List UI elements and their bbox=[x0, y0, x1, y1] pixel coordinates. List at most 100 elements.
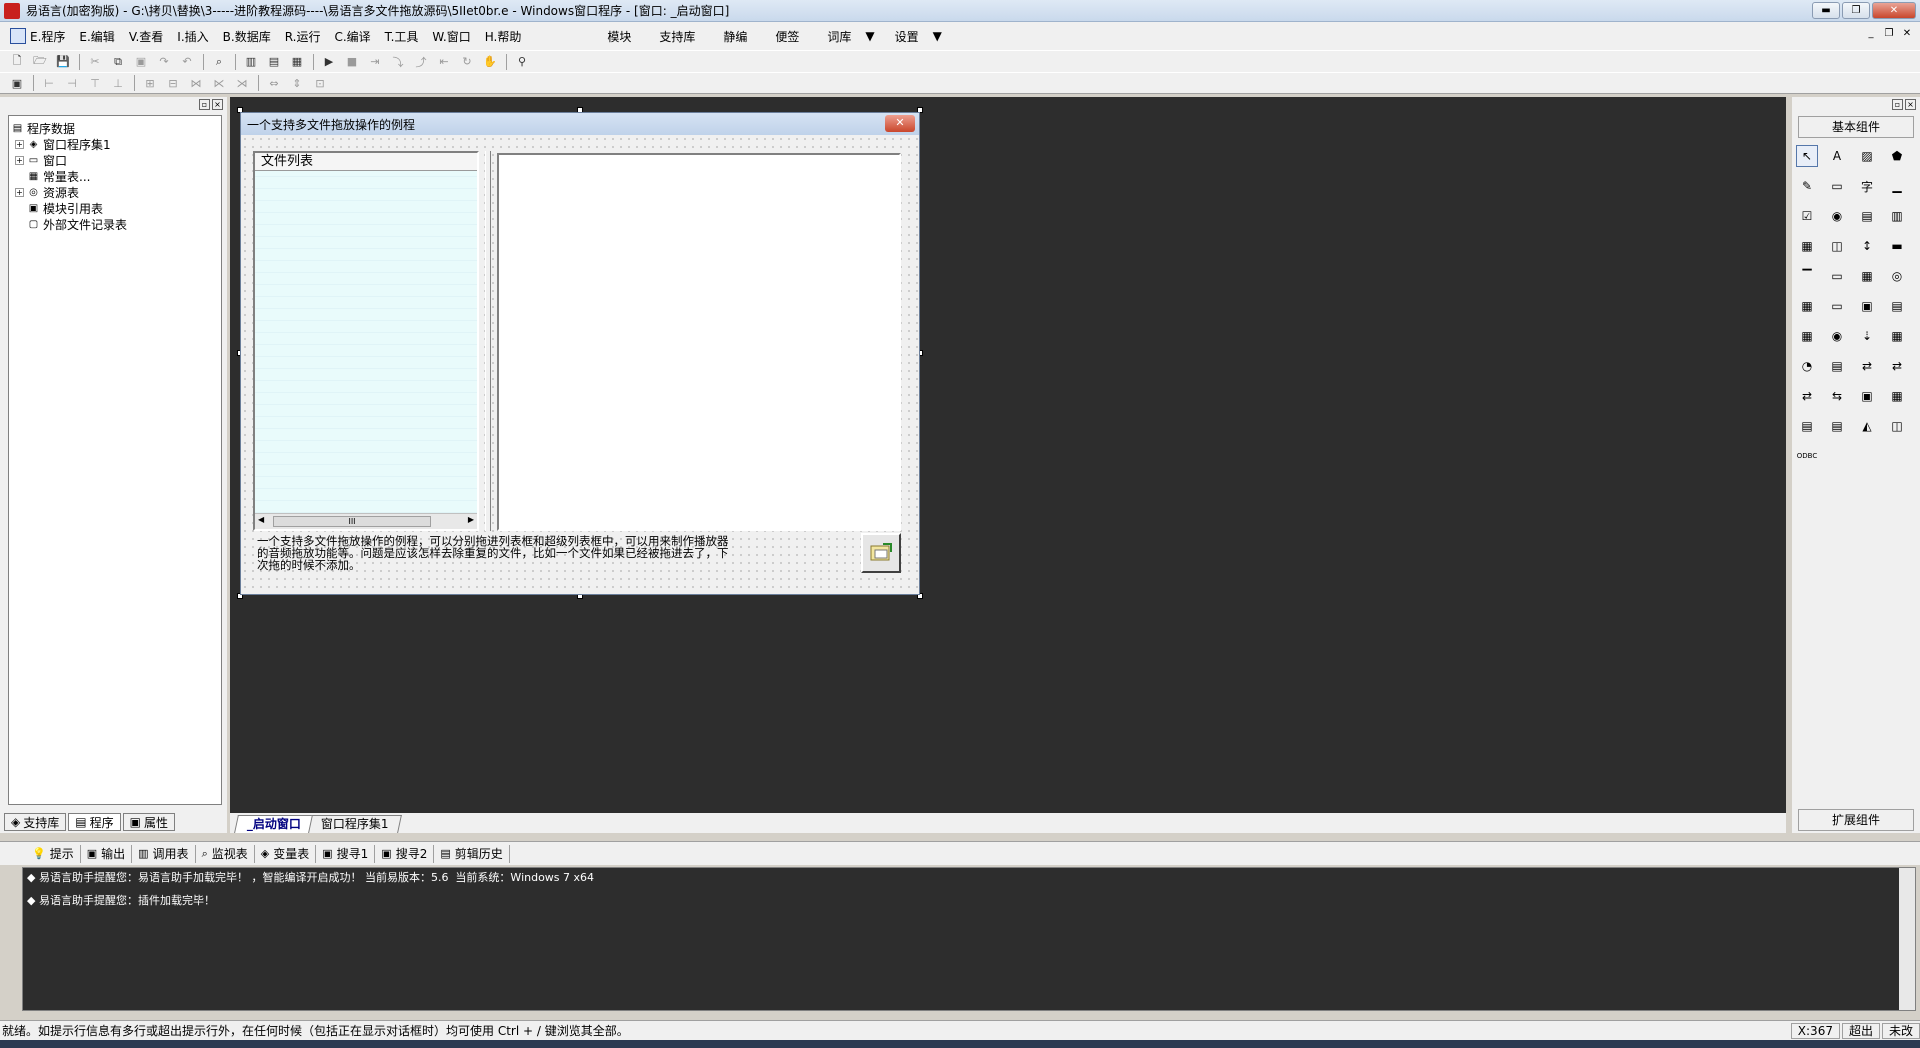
component-16-icon[interactable]: ▔ bbox=[1796, 265, 1818, 287]
find-icon[interactable]: ⌕ bbox=[210, 54, 228, 70]
component-9-icon[interactable]: ◉ bbox=[1826, 205, 1848, 227]
panel-close-button[interactable]: × bbox=[212, 99, 223, 110]
tab-program[interactable]: ▤ 程序 bbox=[68, 813, 121, 831]
menu-dictionary[interactable]: 词库 bbox=[827, 28, 851, 45]
tab-properties[interactable]: ▣ 属性 bbox=[122, 813, 175, 831]
component-12-icon[interactable]: ▦ bbox=[1796, 235, 1818, 257]
component-4-icon[interactable]: ✎ bbox=[1796, 175, 1818, 197]
close-button[interactable]: ✕ bbox=[1872, 2, 1916, 19]
tree-item-constants[interactable]: ▦ 常量表... bbox=[11, 168, 219, 184]
open-folder-icon[interactable]: 🗁 bbox=[31, 54, 49, 70]
component-28-icon[interactable]: ◔ bbox=[1796, 355, 1818, 377]
component-31-icon[interactable]: ⇄ bbox=[1886, 355, 1908, 377]
output-tab-2[interactable]: ▥ 调用表 bbox=[132, 844, 196, 863]
step-1-icon[interactable]: ⇥ bbox=[366, 54, 384, 70]
component-29-icon[interactable]: ▤ bbox=[1826, 355, 1848, 377]
component-6-icon[interactable]: 字 bbox=[1856, 175, 1878, 197]
component-27-icon[interactable]: ▦ bbox=[1886, 325, 1908, 347]
menu-notes[interactable]: 便签 bbox=[775, 28, 799, 45]
component-8-icon[interactable]: ☑ bbox=[1796, 205, 1818, 227]
component-7-icon[interactable]: ▁ bbox=[1886, 175, 1908, 197]
tab-support-lib[interactable]: ◈ 支持库 bbox=[4, 813, 67, 831]
tree-item-window[interactable]: + ▭ 窗口 bbox=[11, 152, 219, 168]
tree-item-program-data[interactable]: ▤ 程序数据 bbox=[11, 120, 219, 136]
form-close-button[interactable]: ✕ bbox=[885, 115, 915, 132]
component-1-icon[interactable]: A bbox=[1826, 145, 1848, 167]
component-23-icon[interactable]: ▤ bbox=[1886, 295, 1908, 317]
menu-run[interactable]: R.运行 bbox=[285, 28, 321, 45]
undo-icon[interactable]: ↶ bbox=[178, 54, 196, 70]
align-top-icon[interactable]: ⊤ bbox=[86, 75, 104, 91]
mdi-minimize-button[interactable]: _ bbox=[1864, 28, 1878, 42]
redo-icon[interactable]: ↷ bbox=[155, 54, 173, 70]
space-h-icon[interactable]: ⋈ bbox=[187, 75, 205, 91]
open-file-button[interactable] bbox=[861, 533, 901, 573]
mdi-close-button[interactable]: ✕ bbox=[1900, 28, 1914, 42]
expand-icon[interactable]: + bbox=[15, 155, 24, 165]
component-14-icon[interactable]: ↕ bbox=[1856, 235, 1878, 257]
save-icon[interactable]: 💾 bbox=[54, 54, 72, 70]
component-32-icon[interactable]: ⇄ bbox=[1796, 385, 1818, 407]
menu-program[interactable]: E.程序 bbox=[30, 28, 65, 45]
copy-icon[interactable]: ⧉ bbox=[109, 54, 127, 70]
step-4-icon[interactable]: ⇤ bbox=[435, 54, 453, 70]
same-height-icon[interactable]: ⇕ bbox=[288, 75, 306, 91]
extension-components-header[interactable]: 扩展组件 bbox=[1798, 809, 1914, 831]
menu-edit[interactable]: E.编辑 bbox=[79, 28, 114, 45]
space-even-icon[interactable]: ⋊ bbox=[233, 75, 251, 91]
component-10-icon[interactable]: ▤ bbox=[1856, 205, 1878, 227]
component-21-icon[interactable]: ▭ bbox=[1826, 295, 1848, 317]
component-40-icon[interactable]: ODBC bbox=[1796, 445, 1818, 467]
same-size-icon[interactable]: ⊡ bbox=[311, 75, 329, 91]
tab-window-assembly[interactable]: 窗口程序集1 bbox=[308, 815, 402, 833]
component-3-icon[interactable]: ⬟ bbox=[1886, 145, 1908, 167]
component-26-icon[interactable]: ⇣ bbox=[1856, 325, 1878, 347]
splitter[interactable] bbox=[485, 151, 491, 531]
step-2-icon[interactable]: ⤵ bbox=[389, 54, 407, 70]
form-body[interactable]: 文件列表 ◀ III ▶ 一个支持多文件拖放操作的例程，可以分别拖进列表框和超级… bbox=[241, 135, 919, 594]
menu-settings[interactable]: 设置 bbox=[895, 28, 919, 45]
chevron-down-icon[interactable]: ▼ bbox=[933, 29, 942, 43]
panel-restore-button[interactable]: ▫ bbox=[1892, 99, 1903, 110]
design-canvas[interactable]: 一个支持多文件拖放操作的例程 ✕ 文件列表 ◀ III ▶ 一个支持多文件拖放操… bbox=[230, 97, 1786, 813]
align-bottom-icon[interactable]: ⊥ bbox=[109, 75, 127, 91]
menu-static-compile[interactable]: 静编 bbox=[723, 28, 747, 45]
space-v-icon[interactable]: ⋉ bbox=[210, 75, 228, 91]
output-tab-0[interactable]: 💡 提示 bbox=[26, 844, 81, 863]
step-5-icon[interactable]: ↻ bbox=[458, 54, 476, 70]
component-5-icon[interactable]: ▭ bbox=[1826, 175, 1848, 197]
component-20-icon[interactable]: ▦ bbox=[1796, 295, 1818, 317]
component-39-icon[interactable]: ◫ bbox=[1886, 415, 1908, 437]
run-icon[interactable]: ▶ bbox=[320, 54, 338, 70]
expand-icon[interactable]: + bbox=[15, 187, 24, 197]
component-25-icon[interactable]: ◉ bbox=[1826, 325, 1848, 347]
stop-icon[interactable]: ■ bbox=[343, 54, 361, 70]
component-15-icon[interactable]: ▬ bbox=[1886, 235, 1908, 257]
panel-close-button[interactable]: × bbox=[1905, 99, 1916, 110]
super-listbox[interactable] bbox=[497, 153, 901, 531]
panel-restore-button[interactable]: ▫ bbox=[199, 99, 210, 110]
center-h-icon[interactable]: ⊞ bbox=[141, 75, 159, 91]
mdi-restore-button[interactable]: ❐ bbox=[1882, 28, 1896, 42]
paste-icon[interactable]: ▣ bbox=[132, 54, 150, 70]
basic-components-header[interactable]: 基本组件 bbox=[1798, 116, 1914, 138]
output-tab-5[interactable]: ▣ 搜寻1 bbox=[316, 844, 376, 863]
component-36-icon[interactable]: ▤ bbox=[1796, 415, 1818, 437]
hand-icon[interactable]: ✋ bbox=[481, 54, 499, 70]
component-35-icon[interactable]: ▦ bbox=[1886, 385, 1908, 407]
output-tab-4[interactable]: ◈ 变量表 bbox=[255, 844, 317, 863]
menu-view[interactable]: V.查看 bbox=[129, 28, 163, 45]
new-file-icon[interactable]: 🗋 bbox=[8, 54, 26, 70]
layout-3-icon[interactable]: ▦ bbox=[288, 54, 306, 70]
component-0-icon[interactable]: ↖ bbox=[1796, 145, 1818, 167]
menu-window[interactable]: W.窗口 bbox=[432, 28, 470, 45]
minimize-button[interactable]: ▬ bbox=[1812, 2, 1840, 19]
component-33-icon[interactable]: ⇆ bbox=[1826, 385, 1848, 407]
layout-1-icon[interactable]: ▥ bbox=[242, 54, 260, 70]
component-30-icon[interactable]: ⇄ bbox=[1856, 355, 1878, 377]
menu-tools[interactable]: T.工具 bbox=[385, 28, 419, 45]
component-22-icon[interactable]: ▣ bbox=[1856, 295, 1878, 317]
align-center-icon[interactable]: ⊣ bbox=[63, 75, 81, 91]
output-tab-6[interactable]: ▣ 搜寻2 bbox=[375, 844, 435, 863]
menu-support-lib[interactable]: 支持库 bbox=[659, 28, 695, 45]
